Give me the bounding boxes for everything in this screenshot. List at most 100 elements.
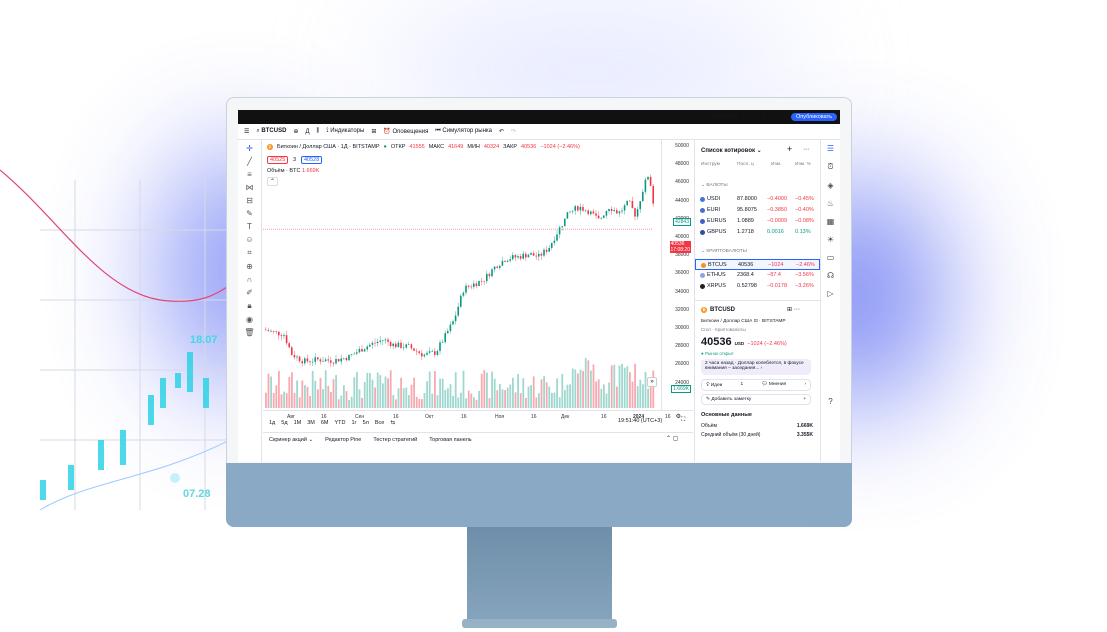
fib-icon[interactable]: ≡ (247, 170, 252, 179)
range-5[interactable]: YTD (334, 420, 345, 426)
watchlist-row[interactable]: GBPUS 1.2718 0.0016 0.13% (695, 227, 820, 238)
magnet-icon[interactable]: ∩ (247, 275, 253, 284)
watchlist-section[interactable]: ⌄ ВАЛЮТЫ (701, 183, 728, 188)
text-icon[interactable]: T (247, 222, 252, 231)
volume-bar (275, 385, 278, 408)
ideas-icon[interactable]: ☀︎ (827, 235, 834, 244)
layers-icon[interactable]: ◈ (827, 181, 833, 190)
watchlist-row[interactable]: BTCUS 40536 −1024 −2.46% (695, 259, 820, 270)
fullscreen-icon[interactable]: ⛶ (772, 113, 776, 120)
volume-bar (460, 392, 462, 408)
panel-controls[interactable]: ⌃ ▢ (666, 435, 678, 442)
volume-bar (483, 370, 486, 408)
range-8[interactable]: Все (375, 420, 384, 426)
bottom-tab[interactable]: Редактор Pine (325, 437, 361, 443)
bottom-tab[interactable]: Торговая панель (429, 437, 471, 443)
watchlist-col[interactable]: Посл. ц (737, 162, 754, 167)
range-6[interactable]: 1г (351, 420, 356, 426)
watchlist-icon[interactable]: ☰ (827, 144, 834, 153)
add-note-button[interactable]: ✎ Добавить заметку + (701, 394, 811, 405)
projection-icon[interactable]: ⊟ (246, 196, 253, 205)
trendline-icon[interactable]: ╱ (247, 157, 252, 166)
alerts-button[interactable]: ⏰ Оповещения (383, 128, 428, 135)
calendar-icon[interactable]: ▦ (827, 217, 835, 226)
brush-icon[interactable]: ✎ (246, 209, 253, 218)
volume-bar (330, 392, 332, 408)
candle (647, 176, 649, 181)
candle (296, 354, 298, 361)
publish-button[interactable]: Опубликовать (791, 113, 837, 121)
watchlist-col[interactable]: Инструм (701, 162, 720, 167)
trash-icon[interactable]: 🗑︎ (244, 328, 254, 337)
ruler-icon[interactable]: ⌗ (247, 248, 252, 258)
candle (538, 250, 540, 261)
add-symbol-icon[interactable]: ⊕ (293, 128, 298, 135)
date-range-icon[interactable]: ⇆ (390, 420, 395, 426)
volume-bar (478, 390, 480, 408)
layouts-icon[interactable]: ⊞ (371, 128, 376, 135)
volume-bar (309, 396, 311, 408)
help-icon[interactable]: ? (828, 397, 832, 406)
volume-bar (389, 370, 392, 408)
undo-icon[interactable]: ↶ (499, 128, 504, 135)
symbol-search[interactable]: ⌕ BTCUSD (256, 128, 286, 135)
range-3[interactable]: 3М (307, 420, 315, 426)
more-icon[interactable]: ⋯ (803, 146, 809, 153)
auto-scale-icon[interactable]: ⛶ (681, 417, 685, 424)
news-card[interactable]: 2 часа назад · Доллар колеблется, в фоку… (701, 359, 811, 375)
watchlist-col[interactable]: Изм. % (795, 162, 811, 167)
watchlist-row[interactable]: USDI 87.8000 −0.4000 −0.45% (695, 194, 820, 205)
range-7[interactable]: 5л (363, 420, 369, 426)
watchlist-chg: −0.4000 (767, 196, 788, 202)
bottom-tab[interactable]: Тестер стратегий (373, 437, 417, 443)
save-button[interactable]: ▢ Сохранить ⌄ (701, 113, 745, 120)
pattern-icon[interactable]: ⋈ (246, 183, 254, 192)
range-2[interactable]: 1М (294, 420, 302, 426)
menu-icon[interactable]: ☰ (244, 128, 249, 135)
interval-button[interactable]: Д (305, 129, 309, 135)
emoji-icon[interactable]: ☺ (245, 235, 253, 244)
bottom-tab[interactable]: Скринер акций ⌄ (269, 437, 313, 443)
zoom-icon[interactable]: ⊕ (246, 262, 253, 271)
details-actions[interactable]: ⊞ ⋯ (787, 306, 800, 313)
watchlist-row[interactable]: ETHUS 2368.4 −87.4 −3.56% (695, 270, 820, 281)
watchlist-section[interactable]: ⌄ КРИПТОВАЛЮТЫ (701, 249, 747, 254)
watchlist-row[interactable]: EURUS 1.0889 −0.0009 −0.08% (695, 216, 820, 227)
range-0[interactable]: 1д (269, 420, 275, 426)
watchlist-row[interactable]: XRPUS 0.52798 −0.0178 −3.26% (695, 281, 820, 292)
redo-icon[interactable]: ↷ (511, 128, 516, 135)
watchlist-row[interactable]: EURI 95.8075 −0.3850 −0.40% (695, 205, 820, 216)
lock-icon[interactable]: 🔒︎ (247, 301, 251, 311)
chart-type-icon[interactable]: ⫼ (317, 128, 320, 135)
settings-icon[interactable]: ⚙ (761, 113, 766, 120)
search-icon[interactable]: ⌕ (751, 113, 754, 120)
candle (608, 208, 610, 214)
headset-icon[interactable]: ☊ (827, 271, 834, 280)
indicators-button[interactable]: ⟟ Индикаторы (326, 128, 364, 135)
bid-box[interactable]: 40525 (267, 156, 289, 164)
broadcast-icon[interactable]: ▷ (827, 289, 833, 298)
chat-icon[interactable]: ▭ (827, 253, 835, 262)
clock[interactable]: 19:51:40 (UTC+3) (618, 418, 662, 424)
candle (621, 207, 623, 215)
eye-icon[interactable]: ◉ (246, 315, 253, 324)
range-1[interactable]: 5д (281, 420, 287, 426)
camera-icon[interactable]: ◫ (782, 113, 788, 120)
hotlist-icon[interactable]: ♨︎ (827, 199, 834, 208)
add-symbol-icon[interactable]: + (787, 144, 792, 154)
crosshair-icon[interactable]: ✛ (246, 144, 253, 153)
replay-button[interactable]: ⏮ Симулятор рынка (435, 128, 492, 135)
ask-box[interactable]: 40528 (301, 156, 323, 164)
watchlist-title[interactable]: Список котировок ⌄ (701, 147, 762, 154)
lock-drawing-icon[interactable]: ✐ (246, 288, 253, 297)
chart-pane[interactable]: ₿ Биткоин / Доллар США · 1Д · BITSTAMP ●… (263, 140, 693, 432)
scroll-right-icon[interactable]: » (647, 377, 657, 387)
ideas-button[interactable]: 💡︎ Идеи 1 💬︎ Мнения › (701, 379, 811, 391)
collapse-icon[interactable]: ⌃ (267, 177, 279, 186)
price-axis[interactable]: 5000048000460004400042000400003800036000… (661, 140, 693, 410)
watchlist-col[interactable]: Изм. (771, 162, 781, 167)
range-4[interactable]: 6М (321, 420, 329, 426)
price-chart-canvas[interactable] (263, 140, 693, 410)
candle (454, 311, 457, 325)
alarm-icon[interactable]: ⏰︎ (827, 162, 833, 172)
